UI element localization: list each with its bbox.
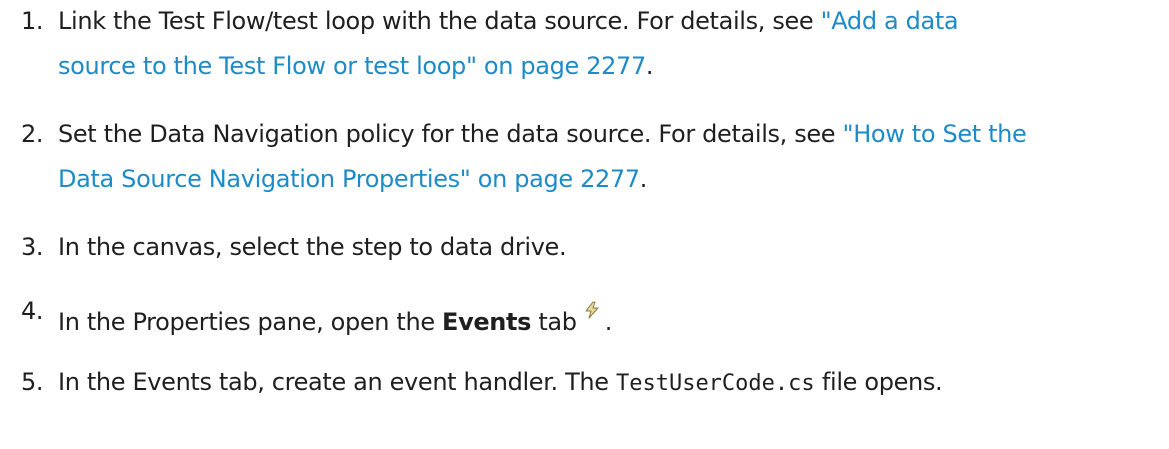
step-text: In the Events tab, create an event handl… xyxy=(58,368,616,396)
step-text-end: . xyxy=(645,52,654,80)
data-navigation-properties-link-continued[interactable]: Data Source Navigation Properties" on pa… xyxy=(58,165,640,193)
step-text: In the Properties pane, open the xyxy=(58,308,443,336)
step-text-end: . xyxy=(639,165,648,193)
add-data-source-link-continued[interactable]: source to the Test Flow or test loop" on… xyxy=(58,52,646,80)
step-text-line: Data Source Navigation Properties" on pa… xyxy=(58,159,647,199)
step-number: 1. xyxy=(21,7,44,35)
step-text-line: In the Events tab, create an event handl… xyxy=(58,362,943,404)
step-text-line: source to the Test Flow or test loop" on… xyxy=(58,46,654,86)
step-text: file opens. xyxy=(814,368,943,396)
step-text: tab xyxy=(531,308,577,336)
step-number: 5. xyxy=(21,368,44,396)
step-text-line: In the Properties pane, open the Events … xyxy=(58,291,612,342)
step-text: Set the Data Navigation policy for the d… xyxy=(58,120,843,148)
data-navigation-properties-link[interactable]: "How to Set the xyxy=(843,120,1027,148)
lightning-bolt-icon xyxy=(583,291,601,319)
code-filename: TestUserCode.cs xyxy=(615,371,815,396)
step-text: Link the Test Flow/test loop with the da… xyxy=(58,7,821,35)
step-number: 3. xyxy=(21,233,44,261)
step-number: 2. xyxy=(21,120,44,148)
step-text-line: Link the Test Flow/test loop with the da… xyxy=(58,1,959,41)
step-text: In the canvas, select the step to data d… xyxy=(58,233,567,261)
add-data-source-link[interactable]: "Add a data xyxy=(821,7,959,35)
step-number: 4. xyxy=(21,297,44,325)
step-text-end: . xyxy=(604,308,613,336)
events-tab-label: Events xyxy=(442,308,532,336)
step-text-line: Set the Data Navigation policy for the d… xyxy=(58,114,1027,154)
